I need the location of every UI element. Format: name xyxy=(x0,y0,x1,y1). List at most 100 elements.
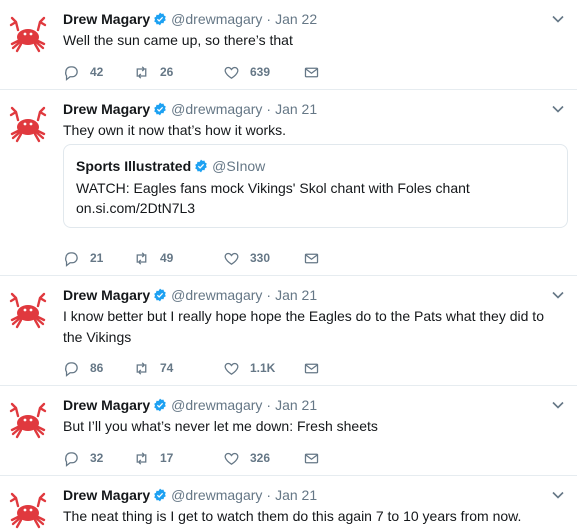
chevron-down-icon[interactable] xyxy=(551,12,565,26)
quoted-author-handle: @SInow xyxy=(212,158,266,174)
chevron-down-icon[interactable] xyxy=(551,488,565,502)
tweet-actions: 86 74 1.1K xyxy=(63,358,363,378)
tweet-text: But I’ll you what’s never let me down: F… xyxy=(63,418,378,434)
verified-badge-icon xyxy=(154,288,166,302)
author-name[interactable]: Drew Magary xyxy=(63,487,150,503)
separator-dot: · xyxy=(266,287,272,303)
quoted-author-name: Sports Illustrated xyxy=(76,158,192,174)
tweet-text: I know better but I really hope hope the… xyxy=(63,308,544,345)
reply-button[interactable]: 32 xyxy=(63,448,103,468)
tweet-date[interactable]: Jan 21 xyxy=(275,487,317,503)
heart-icon xyxy=(224,452,239,465)
retweet-button[interactable]: 26 xyxy=(133,62,173,82)
reply-icon xyxy=(65,65,78,81)
tweet-date[interactable]: Jan 21 xyxy=(275,287,317,303)
chevron-down-icon[interactable] xyxy=(551,398,565,412)
author-handle[interactable]: @drewmagary xyxy=(171,397,262,413)
reply-count: 21 xyxy=(90,251,104,265)
tweet-header: Drew Magary @drewmagary · Jan 21 xyxy=(63,286,317,304)
separator-dot: · xyxy=(266,487,272,503)
heart-icon xyxy=(224,66,239,79)
quoted-tweet-link[interactable]: on.si.com/2DtN7L3 xyxy=(76,198,556,218)
verified-badge-icon xyxy=(154,12,166,26)
reply-count: 42 xyxy=(90,65,104,79)
tweet-date[interactable]: Jan 22 xyxy=(275,11,317,27)
tweet-actions: 21 49 330 xyxy=(63,248,363,268)
separator-dot: · xyxy=(266,397,272,413)
tweet[interactable]: Drew Magary @drewmagary · Jan 21 The neat t… xyxy=(0,476,577,530)
verified-badge-icon xyxy=(195,159,207,173)
reply-icon xyxy=(65,251,78,267)
like-button[interactable]: 1.1K xyxy=(223,358,275,378)
retweet-count: 74 xyxy=(160,361,174,375)
tweet-text: They own it now that’s how it works. xyxy=(63,122,287,138)
separator-dot: · xyxy=(266,11,272,27)
like-count: 639 xyxy=(250,65,271,79)
tweet-actions: 42 26 639 xyxy=(63,62,363,82)
tweet-header: Drew Magary @drewmagary · Jan 21 xyxy=(63,100,317,118)
tweet[interactable]: Drew Magary @drewmagary · Jan 21 I know bet… xyxy=(0,276,577,386)
crab-avatar-icon xyxy=(9,106,47,143)
reply-icon xyxy=(65,451,78,467)
reply-count: 86 xyxy=(90,361,104,375)
reply-button[interactable]: 21 xyxy=(63,248,103,268)
reply-icon xyxy=(65,361,78,377)
tweet-feed: Drew Magary @drewmagary · Jan 22 Well the s… xyxy=(0,0,577,530)
like-button[interactable]: 639 xyxy=(223,62,270,82)
quoted-tweet[interactable]: Sports Illustrated @SInow WATCH: Eagles f… xyxy=(63,144,568,228)
author-name[interactable]: Drew Magary xyxy=(63,11,150,27)
envelope-icon xyxy=(304,453,319,463)
tweet[interactable]: Drew Magary @drewmagary · Jan 21 But I’ll y… xyxy=(0,386,577,476)
tweet[interactable]: Drew Magary @drewmagary · Jan 22 Well the s… xyxy=(0,0,577,90)
tweet-text: The neat thing is I get to watch them do… xyxy=(63,508,522,524)
retweet-button[interactable]: 17 xyxy=(133,448,173,468)
quoted-tweet-line: WATCH: Eagles fans mock Vikings' Skol ch… xyxy=(76,180,470,196)
tweet-date[interactable]: Jan 21 xyxy=(275,101,317,117)
reply-button[interactable]: 42 xyxy=(63,62,103,82)
author-handle[interactable]: @drewmagary xyxy=(171,287,262,303)
retweet-button[interactable]: 74 xyxy=(133,358,173,378)
chevron-down-icon[interactable] xyxy=(551,288,565,302)
author-name[interactable]: Drew Magary xyxy=(63,287,150,303)
author-handle[interactable]: @drewmagary xyxy=(171,487,262,503)
direct-message-button[interactable] xyxy=(303,358,320,378)
crab-avatar-icon xyxy=(9,16,47,53)
like-button[interactable]: 326 xyxy=(223,448,270,468)
heart-icon xyxy=(224,362,239,375)
avatar[interactable] xyxy=(8,400,48,440)
verified-badge-icon xyxy=(154,398,166,412)
reply-button[interactable]: 86 xyxy=(63,358,103,378)
tweet-date[interactable]: Jan 21 xyxy=(275,397,317,413)
retweet-icon xyxy=(136,251,147,265)
direct-message-button[interactable] xyxy=(303,448,320,468)
reply-count: 32 xyxy=(90,451,104,465)
tweet-actions: 32 17 326 xyxy=(63,448,363,468)
quoted-tweet-text: WATCH: Eagles fans mock Vikings' Skol ch… xyxy=(76,178,556,218)
envelope-icon xyxy=(304,67,319,77)
author-handle[interactable]: @drewmagary xyxy=(171,11,262,27)
retweet-count: 26 xyxy=(160,65,174,79)
heart-icon xyxy=(224,252,239,265)
retweet-icon xyxy=(136,361,147,375)
avatar[interactable] xyxy=(8,104,48,144)
retweet-button[interactable]: 49 xyxy=(133,248,173,268)
verified-badge-icon xyxy=(154,488,166,502)
direct-message-button[interactable] xyxy=(303,62,320,82)
avatar[interactable] xyxy=(8,14,48,54)
avatar[interactable] xyxy=(8,290,48,330)
author-name[interactable]: Drew Magary xyxy=(63,397,150,413)
retweet-count: 49 xyxy=(160,251,174,265)
separator-dot: · xyxy=(266,101,272,117)
retweet-icon xyxy=(136,65,147,79)
like-count: 330 xyxy=(250,251,271,265)
like-button[interactable]: 330 xyxy=(223,248,270,268)
author-handle[interactable]: @drewmagary xyxy=(171,101,262,117)
crab-avatar-icon xyxy=(9,292,47,329)
avatar[interactable] xyxy=(8,490,48,530)
tweet[interactable]: Drew Magary @drewmagary · Jan 21 They own i… xyxy=(0,90,577,276)
direct-message-button[interactable] xyxy=(303,248,320,268)
author-name[interactable]: Drew Magary xyxy=(63,101,150,117)
retweet-icon xyxy=(136,451,147,465)
envelope-icon xyxy=(304,363,319,373)
chevron-down-icon[interactable] xyxy=(551,102,565,116)
